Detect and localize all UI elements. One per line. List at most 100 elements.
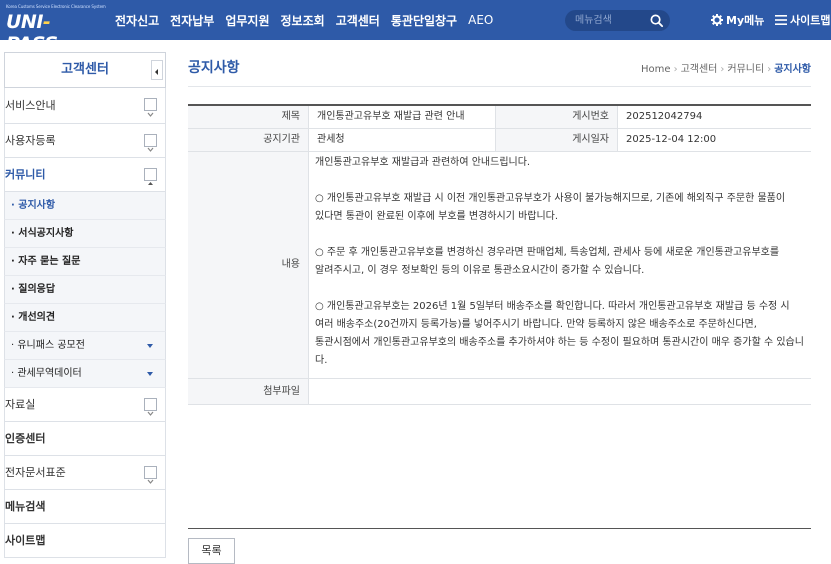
content-line: ○ 개인통관고유부호 재발급 시 이전 개인통관고유부호가 사용이 불가능해지므… [315, 193, 786, 204]
chevron-left-icon [155, 69, 158, 75]
subject-label: 제목 [188, 106, 308, 128]
sidebar-title: 고객센터 [4, 52, 166, 88]
sidebar-sub-notice[interactable]: · 공지사항 [4, 192, 166, 220]
sidebar-item-label: 인증센터 [5, 432, 46, 445]
breadcrumb-community[interactable]: 커뮤니티 [727, 64, 764, 75]
sidebar-item-label: 사이트맵 [5, 534, 46, 547]
subject-value: 개인통관고유부호 재발급 관련 안내 [308, 106, 495, 128]
sidebar-item-label: 전자문서표준 [5, 466, 66, 479]
content-label: 내용 [188, 152, 308, 378]
sidebar-item-sitemap[interactable]: 사이트맵 [4, 524, 166, 558]
content-bottom-divider [188, 528, 811, 529]
date-label: 게시일자 [495, 129, 617, 151]
logo-subtitle: Korea Customs Service Electronic Clearan… [6, 4, 106, 9]
sidebar-item-label: 자료실 [5, 398, 36, 411]
menu-search-box [565, 10, 670, 31]
chevron-down-icon [147, 112, 154, 117]
org-label: 공지기관 [188, 129, 308, 151]
breadcrumb-separator-icon: › [673, 64, 678, 75]
content-line: 개인통관고유부호 재발급과 관련하여 안내드립니다. [315, 157, 531, 168]
caret-down-icon [147, 372, 153, 376]
page-title: 공지사항 [188, 60, 240, 76]
menu-e-declaration[interactable]: 전자신고 [115, 12, 159, 29]
chevron-down-icon [147, 411, 154, 416]
menu-e-payment[interactable]: 전자납부 [170, 12, 214, 29]
search-icon[interactable] [649, 13, 664, 28]
sidebar-sub-trade-data[interactable]: · 관세무역데이터 [4, 360, 166, 388]
expand-toggle[interactable] [144, 398, 157, 416]
content-line: ○ 개인통관고유부호는 2026년 1월 5일부터 배송주소를 확인합니다. 따… [315, 301, 790, 312]
sidebar-sub-suggestion[interactable]: · 개선의견 [4, 304, 166, 332]
triangle-up-icon [148, 182, 153, 185]
sitemap-label: 사이트맵 [790, 14, 831, 27]
left-sidebar: 고객센터 서비스안내 사용자등록 커뮤니티 · 공지사항 · 서식공지사항 · … [4, 52, 166, 558]
attachment-label: 첨부파일 [188, 379, 308, 404]
sidebar-sub-qna[interactable]: · 질의응답 [4, 276, 166, 304]
number-label: 게시번호 [495, 106, 617, 128]
sidebar-item-user-registration[interactable]: 사용자등록 [4, 124, 166, 158]
menu-single-window[interactable]: 통관단일창구 [391, 12, 457, 29]
number-value: 202512042794 [617, 106, 811, 128]
expand-toggle[interactable] [144, 134, 157, 152]
collapse-toggle[interactable] [144, 168, 157, 185]
notice-content: 개인통관고유부호 재발급과 관련하여 안내드립니다. ○ 개인통관고유부호 재발… [308, 152, 811, 378]
content-line: ○ 주문 후 개인통관고유부호를 변경하신 경우라면 판매업체, 특송업체, 관… [315, 247, 780, 258]
breadcrumb-customer-center[interactable]: 고객센터 [681, 64, 718, 75]
top-navigation-bar: Korea Customs Service Electronic Clearan… [0, 0, 831, 55]
breadcrumb-home[interactable]: Home [641, 64, 671, 75]
menu-info-lookup[interactable]: 정보조회 [281, 12, 325, 29]
sidebar-sub-label: · 관세무역데이터 [11, 368, 82, 379]
sidebar-sub-faq[interactable]: · 자주 묻는 질문 [4, 248, 166, 276]
breadcrumb-separator-icon: › [720, 64, 725, 75]
sidebar-item-label: 커뮤니티 [5, 168, 46, 181]
sidebar-item-community[interactable]: 커뮤니티 [4, 158, 166, 192]
sidebar-sub-contest[interactable]: · 유니패스 공모전 [4, 332, 166, 360]
menu-customer-center[interactable]: 고객센터 [336, 12, 380, 29]
content-line: 통관시점에서 개인통관고유부호의 배송주소를 추가하셔야 하는 등 수정이 필요… [315, 337, 804, 366]
expand-toggle[interactable] [144, 98, 157, 117]
sidebar-title-text: 고객센터 [61, 62, 109, 77]
breadcrumb-separator-icon: › [767, 64, 772, 75]
sidebar-item-label: 사용자등록 [5, 134, 56, 147]
sidebar-item-menu-search[interactable]: 메뉴검색 [4, 490, 166, 524]
hamburger-icon [775, 15, 787, 25]
org-value: 관세청 [308, 129, 495, 151]
sidebar-item-service-guide[interactable]: 서비스안내 [4, 88, 166, 124]
attachment-value [308, 379, 811, 404]
gear-icon [711, 14, 723, 26]
caret-down-icon [147, 344, 153, 348]
sidebar-sub-label: · 유니패스 공모전 [11, 340, 85, 351]
sidebar-collapse-button[interactable] [151, 60, 163, 80]
notice-detail-table: 제목 개인통관고유부호 재발급 관련 안내 게시번호 202512042794 … [188, 104, 811, 405]
chevron-down-icon [147, 479, 154, 484]
sidebar-item-label: 서비스안내 [5, 99, 56, 112]
list-button[interactable]: 목록 [188, 538, 235, 564]
sidebar-item-label: 메뉴검색 [5, 500, 46, 513]
content-line: 알려주시고, 이 경우 정보확인 등의 이유로 통관소요시간이 증가할 수 있습… [315, 265, 645, 276]
breadcrumb: Home › 고객센터 › 커뮤니티 › 공지사항 [641, 60, 811, 75]
menu-aeo[interactable]: AEO [468, 13, 493, 27]
date-value: 2025-12-04 12:00 [617, 129, 811, 151]
unipass-logo[interactable]: Korea Customs Service Electronic Clearan… [6, 4, 106, 55]
menu-search-input[interactable] [575, 12, 645, 29]
table-row: 내용 개인통관고유부호 재발급과 관련하여 안내드립니다. ○ 개인통관고유부호… [188, 152, 811, 379]
sidebar-item-edoc-standard[interactable]: 전자문서표준 [4, 456, 166, 490]
chevron-down-icon [147, 147, 154, 152]
table-row: 제목 개인통관고유부호 재발급 관련 안내 게시번호 202512042794 [188, 106, 811, 129]
sidebar-sub-form-notice[interactable]: · 서식공지사항 [4, 220, 166, 248]
expand-toggle[interactable] [144, 466, 157, 484]
table-row: 공지기관 관세청 게시일자 2025-12-04 12:00 [188, 129, 811, 152]
breadcrumb-current: 공지사항 [774, 64, 811, 75]
title-divider [188, 86, 811, 87]
logo-wordmark: UNI-PASS [6, 11, 58, 55]
content-line: 있다면 통관이 완료된 이후에 부호를 변경하시기 바랍니다. [315, 211, 559, 222]
content-line: 여러 배송주소(20건까지 등록가능)를 넣어주시기 바랍니다. 만약 등록하지… [315, 319, 757, 330]
sidebar-item-archive[interactable]: 자료실 [4, 388, 166, 422]
menu-business-support[interactable]: 업무지원 [225, 12, 269, 29]
sitemap-button[interactable]: 사이트맵 [775, 0, 830, 40]
sidebar-item-cert-center[interactable]: 인증센터 [4, 422, 166, 456]
my-menu-label: My메뉴 [726, 14, 765, 27]
my-menu-button[interactable]: My메뉴 [711, 0, 764, 40]
main-menu: 전자신고 전자납부 업무지원 정보조회 고객센터 통관단일창구 AEO [115, 0, 504, 40]
table-row: 첨부파일 [188, 379, 811, 405]
